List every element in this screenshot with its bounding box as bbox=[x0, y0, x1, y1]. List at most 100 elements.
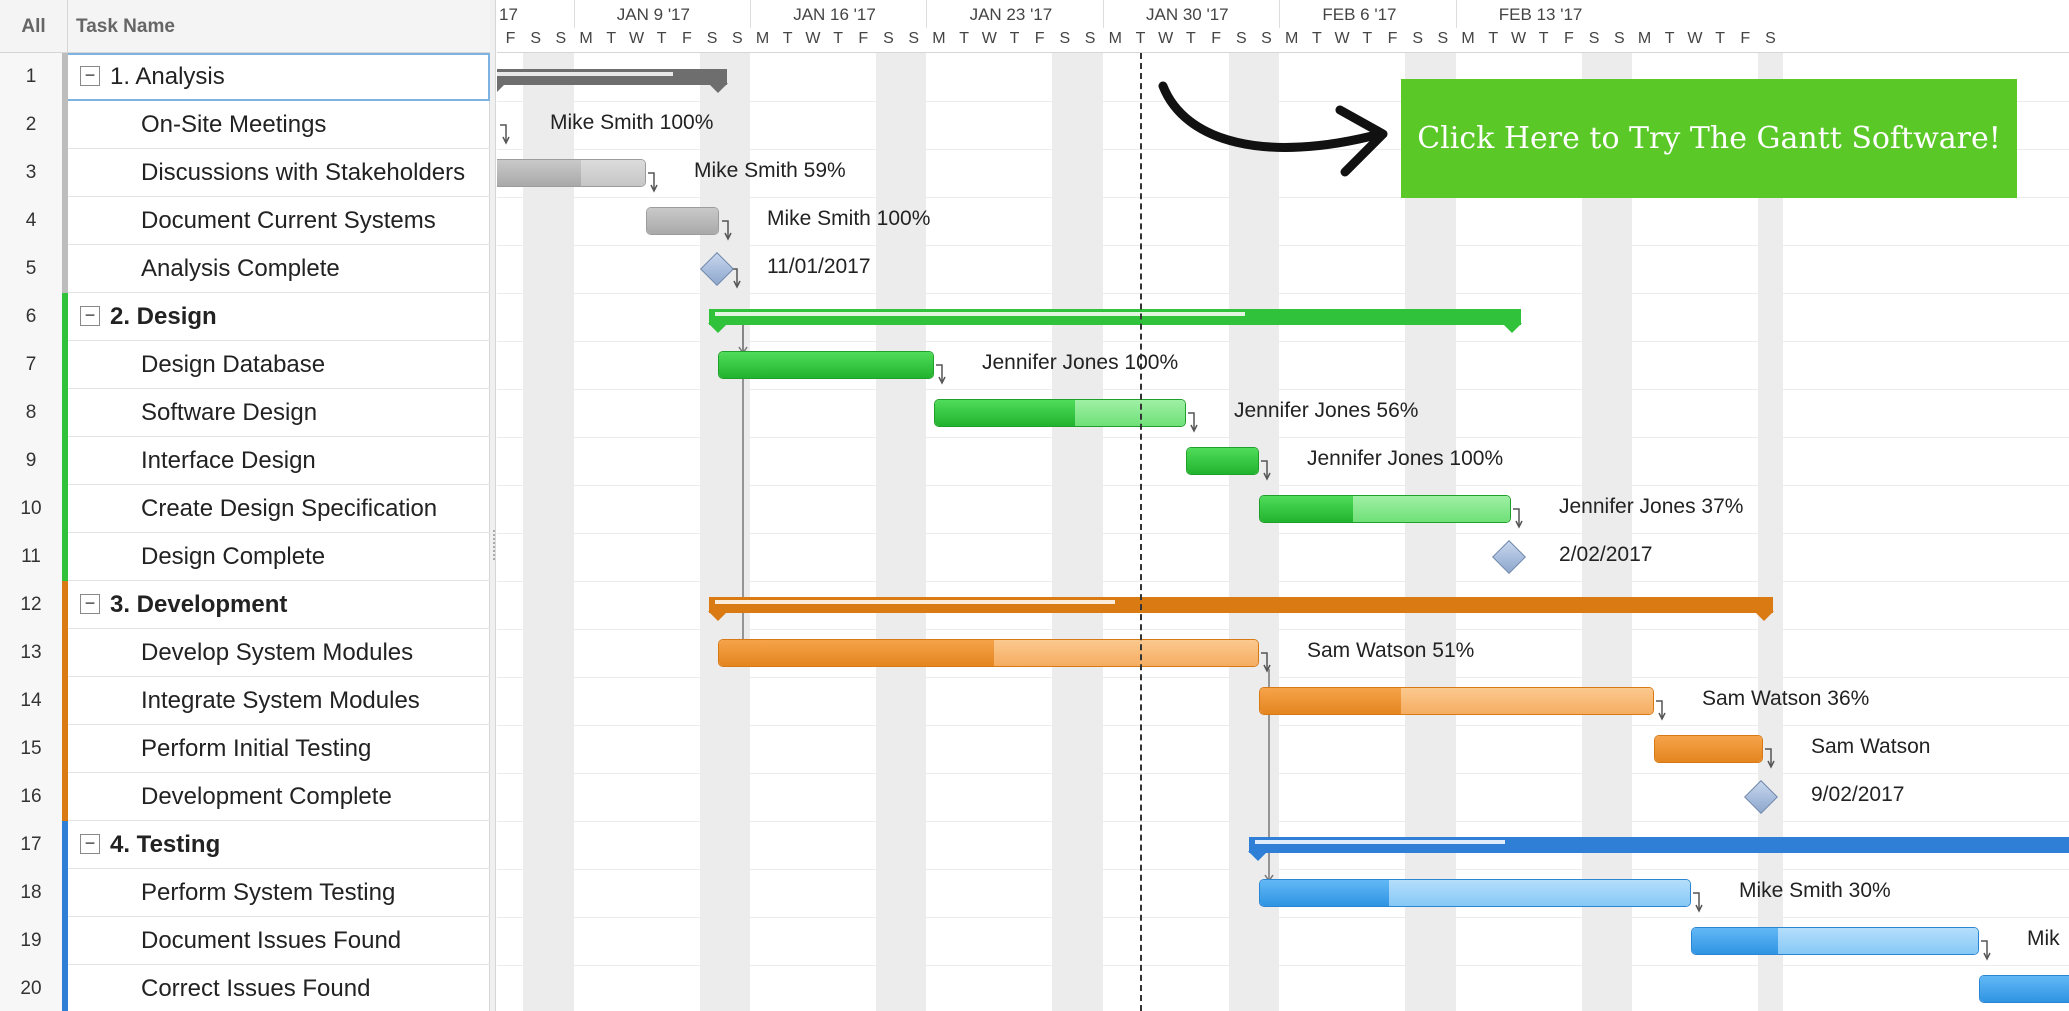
day-label: W bbox=[1158, 30, 1174, 47]
task-name[interactable]: Design Complete bbox=[141, 533, 325, 581]
task-row[interactable]: 2 On-Site Meetings bbox=[0, 101, 490, 149]
task-name[interactable]: Perform System Testing bbox=[141, 869, 395, 917]
group-color-strip bbox=[62, 869, 68, 917]
task-row[interactable]: 19 Document Issues Found bbox=[0, 917, 490, 965]
task-name[interactable]: Document Current Systems bbox=[141, 197, 436, 245]
bar-label: Jennifer Jones 56% bbox=[1234, 399, 1419, 422]
task-row[interactable]: 7 Design Database bbox=[0, 341, 490, 389]
task-row[interactable]: 3 Discussions with Stakeholders bbox=[0, 149, 490, 197]
summary-cap-left bbox=[708, 323, 728, 333]
task-bar[interactable] bbox=[1186, 447, 1259, 475]
timescale: FSSMTWTFSSMTWTFSSMTWTFSSMTWTFSSMTWTFSSMT… bbox=[497, 0, 2069, 53]
task-bar[interactable] bbox=[718, 639, 1259, 667]
row-number: 8 bbox=[0, 389, 62, 437]
collapse-toggle-icon[interactable]: − bbox=[80, 594, 100, 614]
row-gridline bbox=[497, 389, 2069, 390]
task-name[interactable]: Perform Initial Testing bbox=[141, 725, 371, 773]
day-label: S bbox=[1613, 30, 1625, 47]
group-color-strip bbox=[62, 245, 68, 293]
task-name[interactable]: Document Issues Found bbox=[141, 917, 401, 965]
task-row[interactable]: 1−1. Analysis bbox=[0, 53, 490, 101]
task-name[interactable]: On-Site Meetings bbox=[141, 101, 326, 149]
dependency-link bbox=[1513, 508, 1523, 529]
day-label: W bbox=[1334, 30, 1350, 47]
task-name[interactable]: Interface Design bbox=[141, 437, 316, 485]
task-name-header[interactable]: Task Name bbox=[76, 0, 175, 53]
bar-label: Mike Smith 100% bbox=[550, 111, 714, 134]
task-row[interactable]: 11 Design Complete bbox=[0, 533, 490, 581]
task-name[interactable]: 2. Design bbox=[110, 293, 217, 341]
task-name[interactable]: Correct Issues Found bbox=[141, 965, 370, 1011]
summary-bar[interactable] bbox=[1248, 837, 2069, 861]
row-number: 16 bbox=[0, 773, 62, 821]
task-bar[interactable] bbox=[497, 159, 646, 187]
task-row[interactable]: 20 Correct Issues Found bbox=[0, 965, 490, 1011]
row-gridline bbox=[497, 821, 2069, 822]
task-progress bbox=[1260, 880, 1389, 906]
summary-bar[interactable] bbox=[708, 309, 1522, 333]
day-label: T bbox=[1312, 30, 1322, 47]
task-row[interactable]: 10 Create Design Specification bbox=[0, 485, 490, 533]
task-bar[interactable] bbox=[1259, 495, 1511, 523]
select-all-header[interactable]: All bbox=[0, 0, 68, 53]
row-gridline bbox=[497, 869, 2069, 870]
task-name[interactable]: 1. Analysis bbox=[110, 53, 225, 101]
day-label: T bbox=[1715, 30, 1725, 47]
task-name[interactable]: Software Design bbox=[141, 389, 317, 437]
task-row[interactable]: 18 Perform System Testing bbox=[0, 869, 490, 917]
summary-bar[interactable] bbox=[497, 69, 728, 93]
task-name[interactable]: Analysis Complete bbox=[141, 245, 340, 293]
collapse-toggle-icon[interactable]: − bbox=[80, 834, 100, 854]
pane-splitter[interactable] bbox=[490, 0, 496, 1011]
day-label: S bbox=[530, 30, 542, 47]
collapse-toggle-icon[interactable]: − bbox=[80, 306, 100, 326]
task-name[interactable]: Integrate System Modules bbox=[141, 677, 420, 725]
group-color-strip bbox=[62, 341, 68, 389]
task-row[interactable]: 16 Development Complete bbox=[0, 773, 490, 821]
task-row[interactable]: 8 Software Design bbox=[0, 389, 490, 437]
week-label: FEB 13 '17 bbox=[1498, 5, 1583, 24]
task-bar[interactable] bbox=[934, 399, 1186, 427]
collapse-toggle-icon[interactable]: − bbox=[80, 66, 100, 86]
group-color-strip bbox=[62, 581, 68, 629]
milestone-diamond[interactable] bbox=[1492, 540, 1526, 574]
task-name[interactable]: Discussions with Stakeholders bbox=[141, 149, 465, 197]
today-marker bbox=[1140, 53, 1142, 1011]
task-progress bbox=[497, 160, 581, 186]
row-number: 20 bbox=[0, 965, 62, 1011]
task-row[interactable]: 4 Document Current Systems bbox=[0, 197, 490, 245]
day-label: S bbox=[1084, 30, 1096, 47]
row-number: 11 bbox=[0, 533, 62, 581]
summary-cap-right bbox=[708, 83, 728, 93]
task-bar[interactable] bbox=[1691, 927, 1979, 955]
task-name[interactable]: Create Design Specification bbox=[141, 485, 437, 533]
task-name[interactable]: Development Complete bbox=[141, 773, 392, 821]
row-gridline bbox=[497, 677, 2069, 678]
task-name[interactable]: Develop System Modules bbox=[141, 629, 413, 677]
task-row[interactable]: 13 Develop System Modules bbox=[0, 629, 490, 677]
task-row[interactable]: 12−3. Development bbox=[0, 581, 490, 629]
week-separator bbox=[926, 0, 928, 28]
summary-bar[interactable] bbox=[708, 597, 1774, 621]
task-row[interactable]: 15 Perform Initial Testing bbox=[0, 725, 490, 773]
task-row[interactable]: 14 Integrate System Modules bbox=[0, 677, 490, 725]
task-row[interactable]: 17−4. Testing bbox=[0, 821, 490, 869]
task-name[interactable]: 4. Testing bbox=[110, 821, 220, 869]
task-name[interactable]: 3. Development bbox=[110, 581, 287, 629]
day-label: W bbox=[981, 30, 997, 47]
day-label: T bbox=[606, 30, 617, 47]
task-row[interactable]: 9 Interface Design bbox=[0, 437, 490, 485]
summary-progress bbox=[1255, 840, 1505, 844]
task-name[interactable]: Design Database bbox=[141, 341, 325, 389]
task-row[interactable]: 6−2. Design bbox=[0, 293, 490, 341]
task-bar[interactable] bbox=[1259, 687, 1654, 715]
task-progress bbox=[1187, 448, 1258, 474]
task-bar[interactable] bbox=[646, 207, 719, 235]
splitter-grip[interactable] bbox=[493, 530, 495, 560]
task-bar[interactable] bbox=[1979, 975, 2069, 1003]
task-row[interactable]: 5 Analysis Complete bbox=[0, 245, 490, 293]
task-bar[interactable] bbox=[1654, 735, 1763, 763]
try-gantt-software-button[interactable]: Click Here to Try The Gantt Software! bbox=[1401, 79, 2017, 198]
task-bar[interactable] bbox=[718, 351, 934, 379]
task-bar[interactable] bbox=[1259, 879, 1691, 907]
